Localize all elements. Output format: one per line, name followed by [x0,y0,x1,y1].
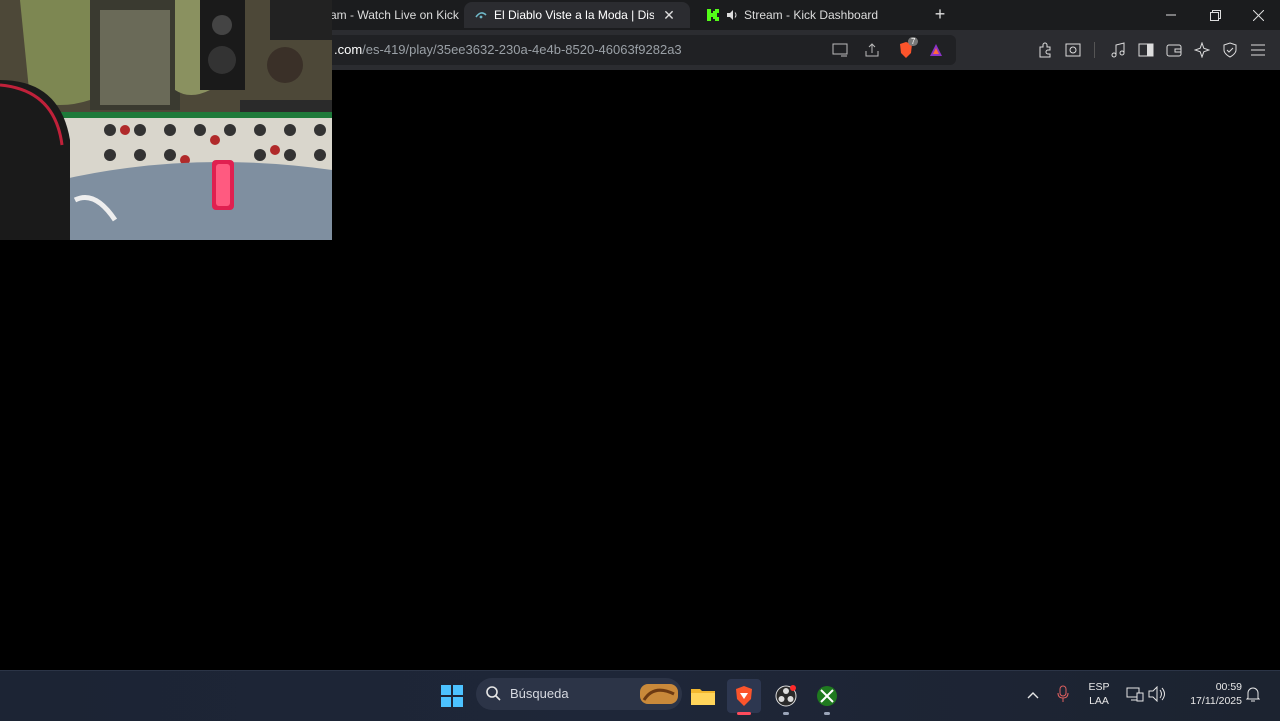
new-tab-button[interactable]: + [930,4,950,24]
kick-logo-icon [706,8,720,22]
volume-icon[interactable] [1148,685,1166,707]
keyboard-layout: LAA [1089,695,1109,707]
music-playlist-icon[interactable] [1108,40,1128,60]
address-bar[interactable]: .com/es-419/play/35ee3632-230a-4e4b-8520… [318,35,956,65]
wallet-icon[interactable] [1164,40,1184,60]
clock-date: 17/11/2025 [1190,695,1242,707]
taskbar: Búsqueda ESP LAA 00:59 17/11/2025 [0,670,1280,721]
language-code: ESP [1088,681,1110,693]
minimize-button[interactable] [1149,0,1193,30]
tab-kick-dashboard[interactable]: Stream - Kick Dashboard [694,2,920,28]
webcam-overlay [0,0,332,240]
menu-icon[interactable] [1248,40,1268,60]
webcam-scene [0,0,332,240]
url-domain: .com [334,42,363,57]
active-app-indicator [737,712,751,715]
leo-ai-icon[interactable] [1192,40,1212,60]
brave-shields-icon[interactable]: 7 [896,37,919,60]
notification-bell-icon[interactable] [1245,685,1261,708]
chevron-up-icon[interactable] [1026,687,1040,705]
url-path: /es-419/play/35ee3632-230a-4e4b-8520-460… [362,42,682,57]
xbox-app-icon[interactable] [810,679,844,715]
cast-icon[interactable] [830,40,850,60]
toolbar-divider [1094,42,1095,58]
extensions-icon[interactable] [1035,40,1055,60]
tab-kick-watch[interactable]: am - Watch Live on Kick [320,2,460,28]
tab-title: El Diablo Viste a la Moda | Disne [494,8,654,22]
microphone-icon[interactable] [1056,685,1070,708]
taskbar-search[interactable]: Búsqueda [476,678,682,710]
search-placeholder: Búsqueda [510,686,569,701]
screenshot-icon[interactable] [1063,40,1083,60]
search-icon [486,686,501,706]
share-icon[interactable] [862,40,882,60]
disney-favicon-icon [474,8,488,22]
brave-icon[interactable] [727,679,761,715]
obs-studio-icon[interactable] [769,679,803,715]
brave-rewards-icon[interactable] [926,40,946,60]
speaker-icon[interactable] [726,9,738,21]
tab-disney[interactable]: El Diablo Viste a la Moda | Disne ✕ [464,2,690,28]
tab-title: Stream - Kick Dashboard [744,8,879,22]
network-icon[interactable] [1126,686,1144,707]
running-app-indicator [824,712,830,715]
close-tab-icon[interactable]: ✕ [662,7,676,23]
clock-time: 00:59 [1215,681,1242,693]
sidebar-toggle-icon[interactable] [1136,40,1156,60]
url-text[interactable]: .com/es-419/play/35ee3632-230a-4e4b-8520… [334,42,682,57]
running-app-indicator [783,712,789,715]
input-language[interactable]: ESP LAA [1086,680,1112,708]
clock[interactable]: 00:59 17/11/2025 [1176,680,1242,708]
windows-start-icon[interactable] [435,679,469,713]
restore-button[interactable] [1193,0,1237,30]
file-explorer-icon[interactable] [686,679,720,713]
shield-count-badge: 7 [908,37,919,46]
vpn-shield-icon[interactable] [1220,40,1240,60]
tab-title: am - Watch Live on Kick [330,8,459,22]
close-window-button[interactable] [1236,0,1280,30]
search-highlight-icon [640,682,678,711]
